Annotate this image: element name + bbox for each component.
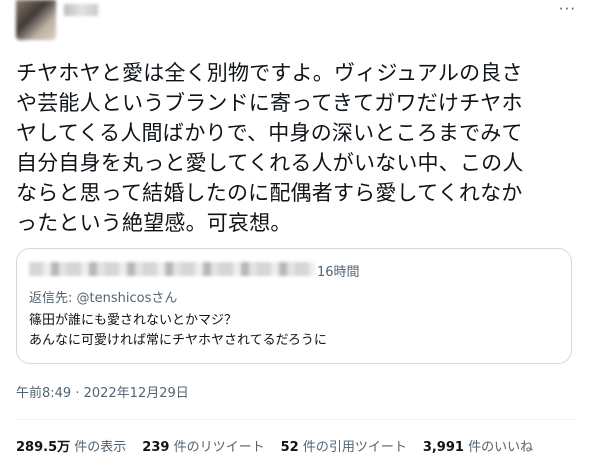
tweet-stats: 289.5万 件の表示 239 件のリツイート 52 件の引用ツイート 3,99… (16, 436, 533, 455)
quoted-reply-to: 返信先: @tenshicosさん (29, 287, 177, 306)
more-options-icon[interactable]: ··· (559, 0, 576, 18)
quotes-stat[interactable]: 52 件の引用ツイート (281, 436, 407, 455)
quoted-text-line-1: 篠田が誰にも愛されないとかマジ？ (29, 313, 238, 328)
reply-handle[interactable]: @tenshicosさん (77, 291, 178, 306)
reply-prefix: 返信先: (29, 291, 77, 306)
retweets-count: 239 (142, 440, 170, 455)
likes-stat[interactable]: 3,991 件のいいね (423, 436, 533, 455)
author-name-blurred[interactable] (64, 4, 98, 16)
quotes-label: 件の引用ツイート (302, 440, 407, 455)
tweet-text: チヤホヤと愛は全く別物ですよ。ヴィジュアルの良さ や芸能人というブランドに寄って… (16, 61, 524, 235)
views-label: 件の表示 (74, 440, 127, 455)
quoted-time[interactable]: 16時間 (317, 261, 360, 280)
retweets-stat[interactable]: 239 件のリツイート (142, 436, 264, 455)
views-count: 289.5万 (16, 440, 71, 455)
author-avatar[interactable] (16, 0, 56, 40)
likes-label: 件のいいね (468, 440, 534, 455)
tweet-timestamp[interactable]: 午前8:49 · 2022年12月29日 (16, 382, 189, 401)
views-stat[interactable]: 289.5万 件の表示 (16, 436, 126, 455)
quoted-author-blurred[interactable] (29, 262, 315, 276)
likes-count: 3,991 (422, 440, 464, 455)
quotes-count: 52 (280, 440, 299, 455)
retweets-label: 件のリツイート (173, 440, 265, 455)
quoted-text: 篠田が誰にも愛されないとかマジ？ あんなに可愛ければ常にチヤホヤされてるだろうに (29, 311, 327, 351)
quoted-tweet[interactable]: 16時間 返信先: @tenshicosさん 篠田が誰にも愛されないとかマジ？ … (16, 248, 572, 364)
quoted-text-line-2: あんなに可愛ければ常にチヤホヤされてるだろうに (29, 333, 327, 348)
divider (16, 419, 574, 420)
